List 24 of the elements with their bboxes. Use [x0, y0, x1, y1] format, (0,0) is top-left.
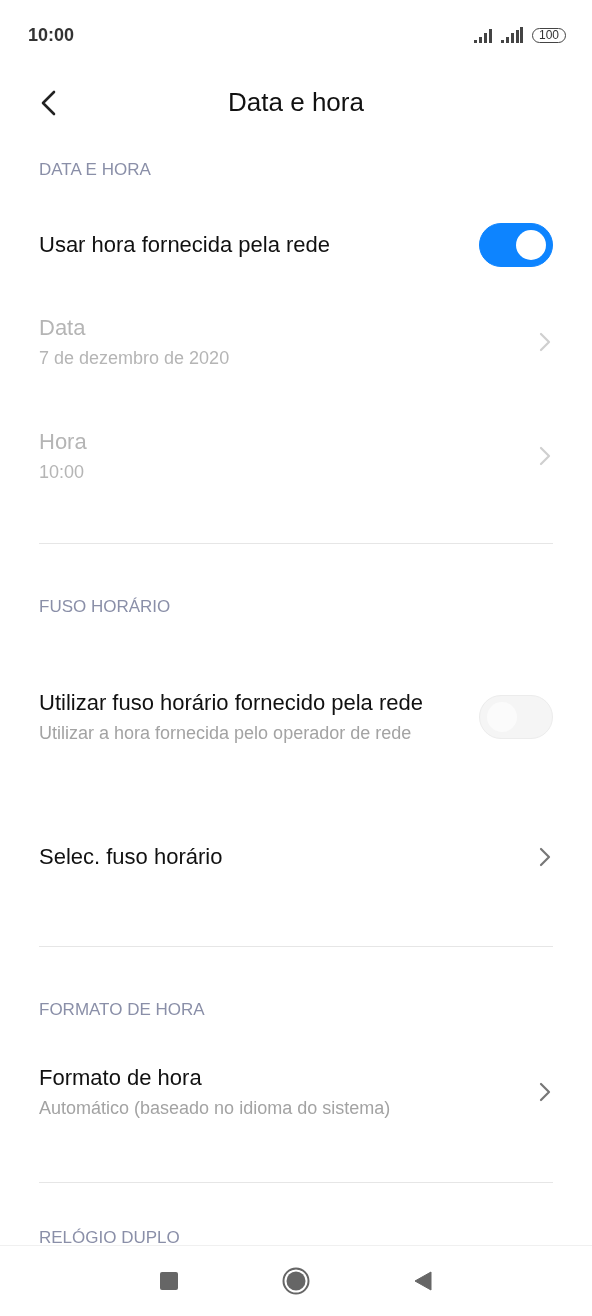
home-icon[interactable] — [282, 1267, 310, 1295]
signal-icon — [500, 27, 523, 43]
chevron-icon[interactable] — [539, 846, 551, 867]
back-nav-icon[interactable] — [414, 1271, 432, 1291]
section-header: RELÓGIO DUPLO — [39, 1227, 181, 1245]
section-header: FUSO HORÁRIO — [39, 596, 172, 618]
setting-title: Hora — [39, 428, 88, 456]
setting-subtitle: Utilizar a hora fornecida pelo operador de rede — [39, 722, 413, 745]
page-title: Data e hora — [228, 87, 364, 118]
setting-title: Utilizar fuso horário fornecido pela rede — [39, 689, 424, 717]
section-header: DATA E HORA — [39, 159, 152, 181]
setting-title: Selec. fuso horário — [39, 842, 224, 871]
section-header: FORMATO DE HORA — [39, 999, 206, 1021]
setting-title: Data — [39, 314, 87, 342]
status-time: 10:00 — [28, 24, 75, 46]
back-icon[interactable] — [40, 90, 56, 116]
setting-title: Usar hora fornecida pela rede — [39, 231, 332, 259]
setting-subtitle: 10:00 — [39, 461, 86, 484]
toggle-switch[interactable] — [479, 223, 553, 267]
setting-subtitle: 7 de dezembro de 2020 — [39, 347, 231, 370]
chevron-icon[interactable] — [539, 1082, 551, 1102]
signal-icon — [473, 29, 492, 43]
setting-subtitle: Automático (baseado no idioma do sistema) — [39, 1097, 392, 1120]
setting-title: Formato de hora — [39, 1064, 203, 1092]
